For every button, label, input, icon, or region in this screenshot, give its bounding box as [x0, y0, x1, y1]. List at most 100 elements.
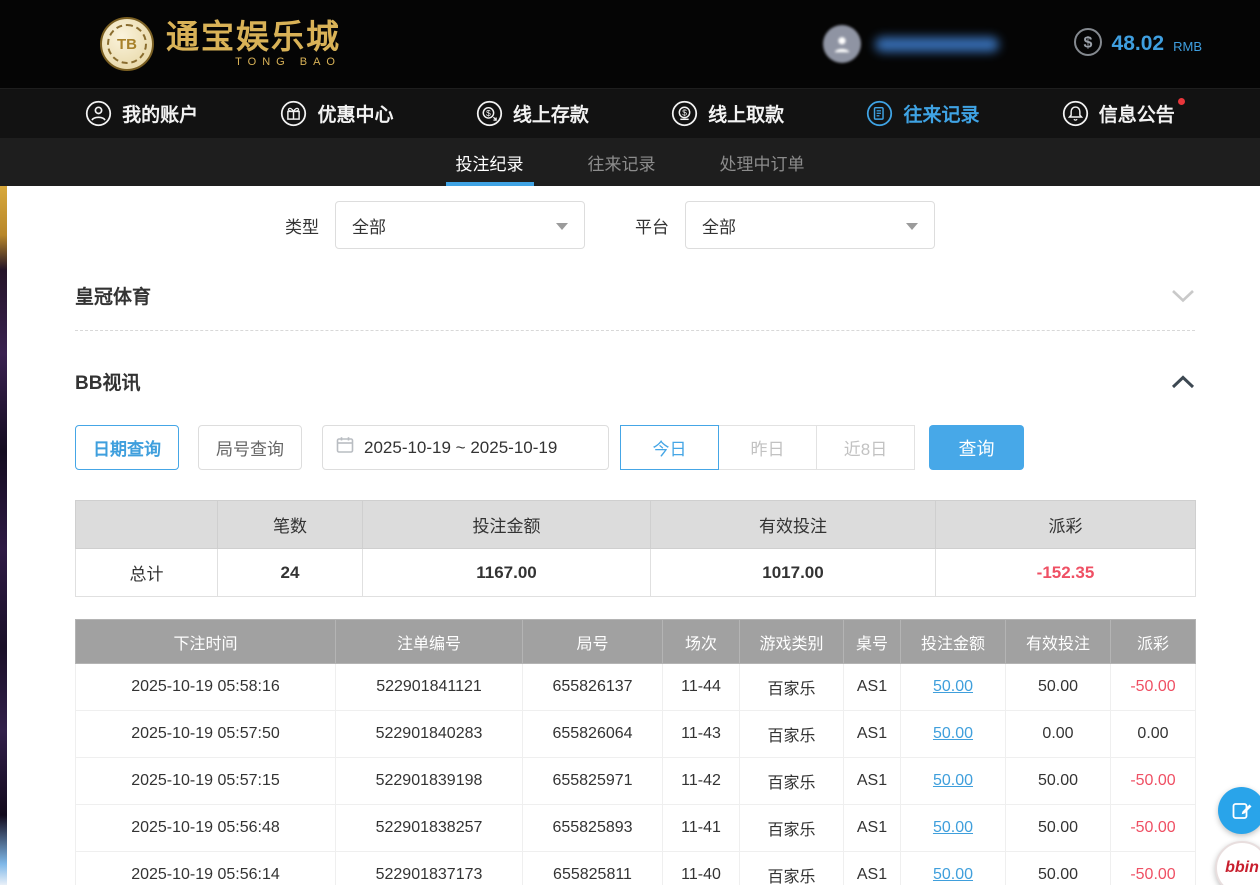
avatar[interactable] [823, 25, 861, 63]
section-bb-video[interactable]: BB视讯 [75, 368, 1195, 395]
filter-row: 类型 全部 平台 全部 [285, 201, 1260, 249]
col-header-order-id: 注单编号 [336, 620, 523, 664]
nav-label: 优惠中心 [317, 100, 393, 127]
round-id-cell: 655825811 [523, 852, 663, 885]
nav-item-withdraw[interactable]: $ 线上取款 [671, 100, 784, 127]
date-shortcut-group: 今日 昨日 近8日 [621, 425, 915, 470]
payout-cell: -50.00 [1111, 758, 1196, 805]
summary-header: 派彩 [936, 501, 1196, 549]
username-blurred [875, 37, 999, 52]
col-header-bet-amount: 投注金额 [901, 620, 1006, 664]
col-header-payout: 派彩 [1111, 620, 1196, 664]
logo-subtitle: TONG BAO [166, 56, 341, 68]
user-avatar-icon [831, 33, 853, 55]
nav-item-transaction-records[interactable]: 往来记录 [866, 100, 979, 127]
balance: $ 48.02 RMB [1073, 27, 1202, 62]
records-icon [866, 100, 893, 127]
last8days-button[interactable]: 近8日 [816, 425, 915, 470]
logo[interactable]: TB 通宝娱乐城 TONG BAO [100, 17, 341, 71]
table-id-cell: AS1 [844, 758, 901, 805]
col-header-valid-bet: 有效投注 [1006, 620, 1111, 664]
section-crown-sports[interactable]: 皇冠体育 [75, 282, 1195, 309]
tab-bet-records[interactable]: 投注纪录 [450, 138, 530, 186]
tab-pending-orders[interactable]: 处理中订单 [714, 138, 811, 186]
game-type-cell: 百家乐 [740, 852, 844, 885]
bet-time-cell: 2025-10-19 05:57:50 [76, 711, 336, 758]
payout-cell: -50.00 [1111, 852, 1196, 885]
platform-select-value: 全部 [702, 213, 736, 238]
bet-amount-cell: 50.00 [901, 805, 1006, 852]
platform-select[interactable]: 全部 [685, 201, 935, 249]
logo-chip-icon: TB [100, 17, 154, 71]
user-circle-icon [85, 100, 112, 127]
nav-item-promotions[interactable]: 优惠中心 [280, 100, 393, 127]
table-id-cell: AS1 [844, 711, 901, 758]
logo-title: 通宝娱乐城 [166, 20, 341, 53]
valid-bet-cell: 50.00 [1006, 664, 1111, 711]
type-select[interactable]: 全部 [335, 201, 585, 249]
page: TB 通宝娱乐城 TONG BAO $ 48.02 RMB [0, 0, 1260, 885]
round-query-button[interactable]: 局号查询 [198, 425, 302, 470]
payout-cell: -50.00 [1111, 664, 1196, 711]
valid-bet-cell: 50.00 [1006, 852, 1111, 885]
nav-item-announcements[interactable]: 信息公告 [1062, 100, 1175, 127]
summary-table: 笔数 投注金额 有效投注 派彩 总计 24 1167.00 1017.00 -1… [75, 500, 1196, 597]
summary-count: 24 [218, 549, 363, 597]
chevron-down-icon [556, 223, 568, 230]
section-title: 皇冠体育 [75, 282, 151, 309]
platform-filter-label: 平台 [635, 213, 669, 238]
last8days-label: 近8日 [844, 435, 887, 460]
date-query-label: 日期查询 [93, 435, 161, 460]
bet-amount-link[interactable]: 50.00 [933, 772, 973, 789]
feedback-float-button[interactable] [1218, 787, 1260, 834]
table-row: 2025-10-19 05:56:14522901837173655825811… [76, 852, 1196, 885]
dollar-icon: $ [1073, 27, 1103, 62]
summary-header: 有效投注 [651, 501, 936, 549]
summary-total-label: 总计 [76, 549, 218, 597]
col-header-round-id: 局号 [523, 620, 663, 664]
nav-label: 信息公告 [1099, 100, 1175, 127]
col-header-table-id: 桌号 [844, 620, 901, 664]
deposit-coin-icon: $ [476, 100, 503, 127]
col-header-session: 场次 [663, 620, 740, 664]
bet-amount-cell: 50.00 [901, 758, 1006, 805]
col-header-bet-time: 下注时间 [76, 620, 336, 664]
bet-amount-link[interactable]: 50.00 [933, 678, 973, 695]
main-nav: 我的账户 优惠中心 $ 线上存款 $ 线上取款 往来记录 [0, 88, 1260, 138]
date-range-value: 2025-10-19 ~ 2025-10-19 [364, 438, 557, 458]
table-header-row: 下注时间 注单编号 局号 场次 游戏类别 桌号 投注金额 有效投注 派彩 [76, 620, 1196, 664]
bet-amount-cell: 50.00 [901, 711, 1006, 758]
bet-time-cell: 2025-10-19 05:56:48 [76, 805, 336, 852]
order-id-cell: 522901837173 [336, 852, 523, 885]
order-id-cell: 522901840283 [336, 711, 523, 758]
bet-time-cell: 2025-10-19 05:57:15 [76, 758, 336, 805]
sub-nav: 投注纪录 往来记录 处理中订单 [0, 138, 1260, 186]
table-id-cell: AS1 [844, 805, 901, 852]
search-label: 查询 [959, 435, 995, 461]
gift-icon [280, 100, 307, 127]
bet-amount-link[interactable]: 50.00 [933, 866, 973, 883]
nav-item-my-account[interactable]: 我的账户 [85, 100, 198, 127]
yesterday-button[interactable]: 昨日 [718, 425, 817, 470]
nav-item-deposit[interactable]: $ 线上存款 [476, 100, 589, 127]
search-button[interactable]: 查询 [929, 425, 1024, 470]
order-id-cell: 522901838257 [336, 805, 523, 852]
tab-label: 往来记录 [588, 150, 656, 175]
table-row: 2025-10-19 05:57:50522901840283655826064… [76, 711, 1196, 758]
date-range-input[interactable]: 2025-10-19 ~ 2025-10-19 [322, 425, 609, 470]
balance-amount: 48.02 [1112, 32, 1165, 56]
chevron-down-icon[interactable] [1171, 289, 1195, 303]
payout-cell: 0.00 [1111, 711, 1196, 758]
tab-transaction-records[interactable]: 往来记录 [582, 138, 662, 186]
logo-text: 通宝娱乐城 TONG BAO [166, 20, 341, 68]
logo-chip-text: TB [117, 36, 137, 53]
today-button[interactable]: 今日 [620, 425, 719, 470]
yesterday-label: 昨日 [751, 435, 785, 460]
bet-amount-link[interactable]: 50.00 [933, 725, 973, 742]
session-cell: 11-40 [663, 852, 740, 885]
bet-amount-link[interactable]: 50.00 [933, 819, 973, 836]
date-query-button[interactable]: 日期查询 [75, 425, 179, 470]
chevron-up-icon[interactable] [1171, 375, 1195, 389]
summary-header: 笔数 [218, 501, 363, 549]
summary-valid-bet: 1017.00 [651, 549, 936, 597]
